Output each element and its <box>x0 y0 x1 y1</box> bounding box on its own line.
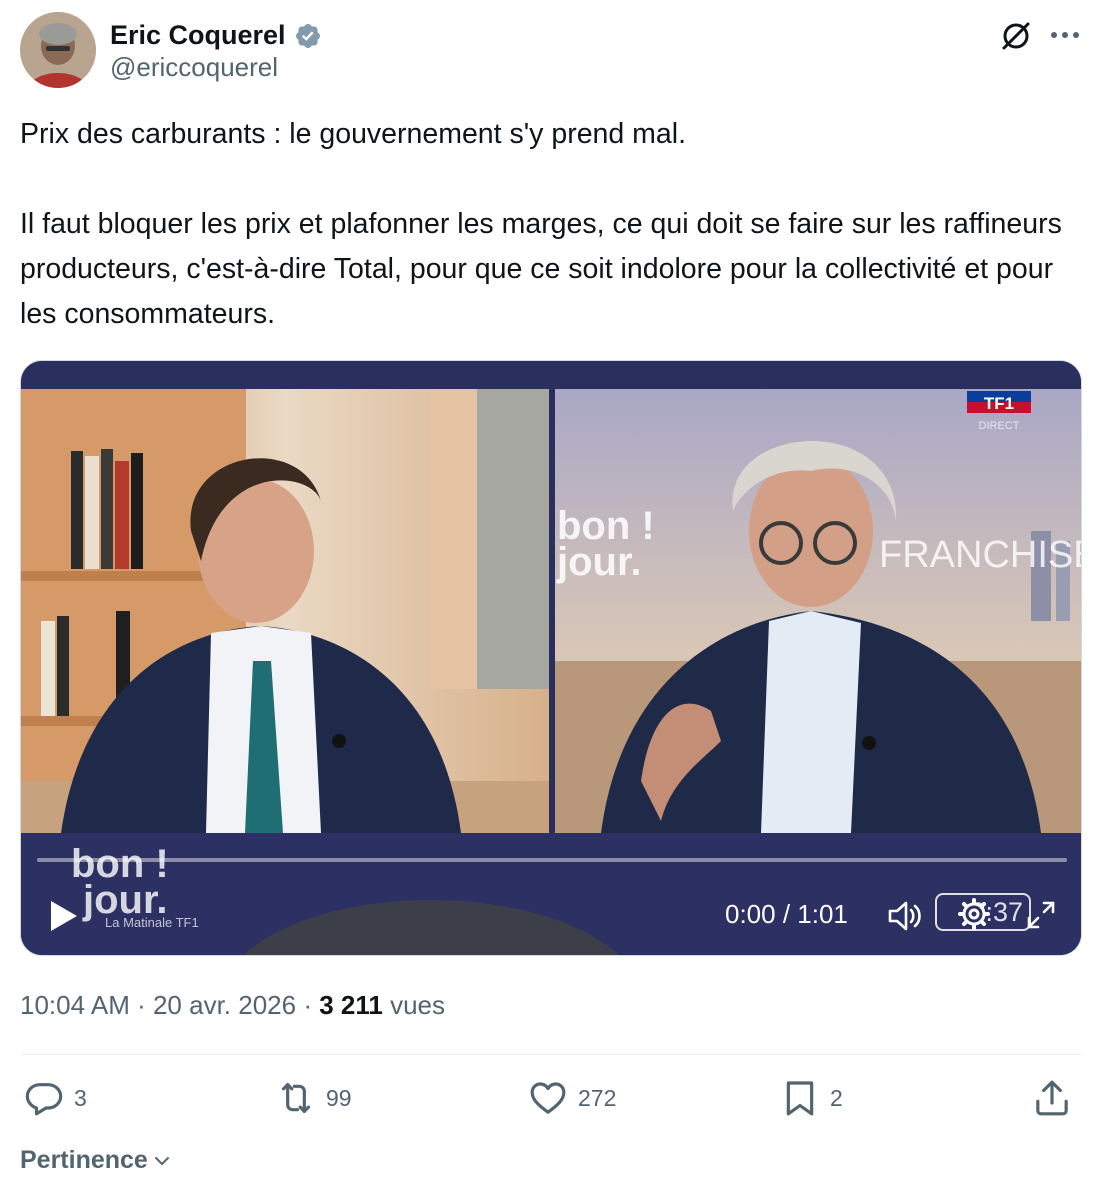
tweet-paragraph: Il faut bloquer les prix et plafonner le… <box>20 208 1062 330</box>
tweet-time[interactable]: 10:04 AM <box>20 990 130 1020</box>
play-icon[interactable] <box>47 899 79 933</box>
sort-label: Pertinence <box>20 1146 148 1174</box>
tf1-logo: TF1 DIRECT <box>967 391 1031 432</box>
reply-icon <box>25 1083 63 1116</box>
gear-icon[interactable] <box>957 897 991 931</box>
more-options-icon[interactable] <box>1050 30 1080 40</box>
sort-dropdown[interactable]: Pertinence <box>20 1146 172 1175</box>
tweet-meta: 10:04 AM · 20 avr. 2026 · 3 211 vues <box>20 990 445 1020</box>
heart-icon <box>530 1082 566 1114</box>
video-frame: bon ! jour. FRANCHISE bon ! jour. La Mat… <box>21 361 1082 955</box>
tweet-date[interactable]: 20 avr. 2026 <box>153 990 296 1020</box>
bookmark-button[interactable]: 2 <box>780 1078 843 1118</box>
divider <box>20 1054 1082 1055</box>
author-handle[interactable]: @ericcoquerel <box>110 52 278 83</box>
verified-badge-icon <box>295 23 320 48</box>
reply-count: 3 <box>74 1084 87 1111</box>
avatar[interactable] <box>20 12 96 88</box>
repost-count: 99 <box>326 1084 352 1111</box>
volume-icon[interactable] <box>887 899 923 933</box>
share-button[interactable] <box>1032 1078 1072 1118</box>
video-player[interactable]: bon ! jour. FRANCHISE bon ! jour. La Mat… <box>20 360 1082 956</box>
tweet-header: Eric Coquerel @ericcoquerel <box>20 12 1084 88</box>
tweet-text: Prix des carburants : le gouvernement s'… <box>20 112 1084 337</box>
bookmark-icon <box>786 1081 814 1116</box>
chevron-down-icon <box>154 1156 169 1165</box>
views-count: 3 211 <box>319 990 383 1020</box>
svg-text:jour.: jour. <box>556 540 641 584</box>
share-icon <box>1036 1080 1068 1116</box>
author-name-row: Eric Coquerel <box>110 20 322 51</box>
repost-icon <box>281 1083 311 1113</box>
video-time: 0:00 / 1:01 <box>725 899 848 929</box>
svg-text:La Matinale TF1: La Matinale TF1 <box>105 915 199 930</box>
banner-text: FRANCHISE <box>879 534 1082 576</box>
action-bar: 3 99 272 2 <box>20 1078 1084 1126</box>
bookmark-count: 2 <box>830 1084 843 1111</box>
like-button[interactable]: 272 <box>528 1078 616 1118</box>
repost-button[interactable]: 99 <box>276 1078 352 1118</box>
fullscreen-icon[interactable] <box>1025 899 1057 931</box>
tweet-paragraph: Prix des carburants : le gouvernement s'… <box>20 118 687 150</box>
like-count: 272 <box>578 1084 617 1111</box>
progress-bar[interactable] <box>37 858 1067 862</box>
reply-button[interactable]: 3 <box>24 1078 87 1118</box>
svg-text:DIRECT: DIRECT <box>979 420 1020 432</box>
grok-icon[interactable] <box>998 18 1034 54</box>
views-label: vues <box>382 990 445 1020</box>
svg-text:TF1: TF1 <box>984 394 1014 413</box>
author-name[interactable]: Eric Coquerel <box>110 20 286 51</box>
